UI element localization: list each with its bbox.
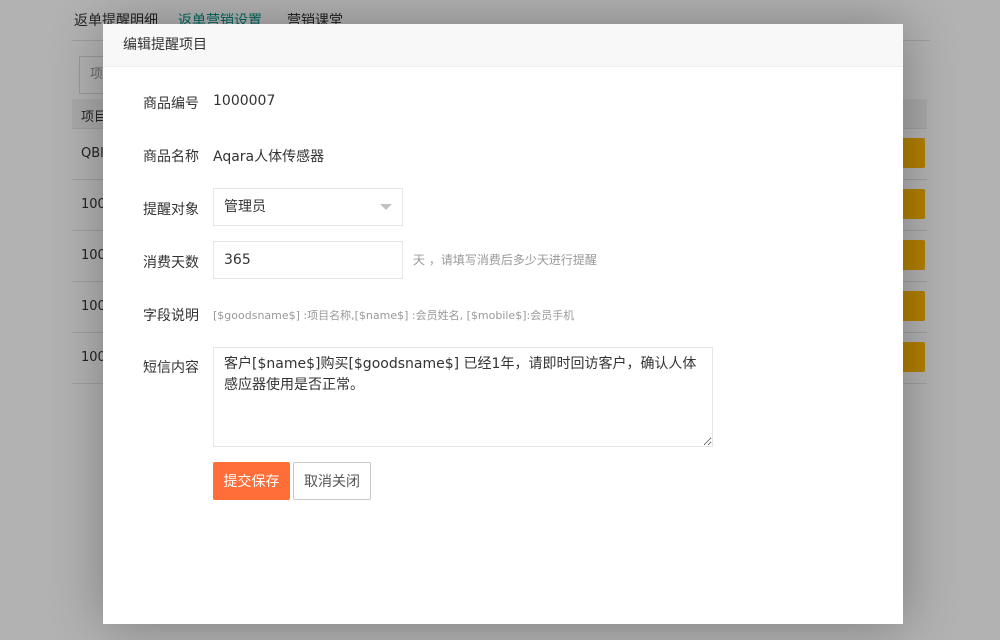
remind-target-selected-value: 管理员	[224, 199, 266, 215]
product-code-label: 商品编号	[143, 96, 199, 112]
field-desc-label: 字段说明	[143, 308, 199, 324]
cancel-close-button[interactable]: 取消关闭	[293, 462, 371, 500]
submit-save-button[interactable]: 提交保存	[213, 462, 290, 500]
product-name-value: Aqara人体传感器	[213, 149, 325, 165]
modal-title: 编辑提醒项目	[103, 24, 903, 67]
chevron-down-icon	[380, 204, 392, 210]
sms-content-textarea[interactable]: 客户[$name$]购买[$goodsname$] 已经1年，请即时回访客户，确…	[213, 347, 713, 447]
days-hint: 天 ，请填写消费后多少天进行提醒	[413, 253, 597, 267]
field-desc-text: [$goodsname$] :项目名称,[$name$] :会员姓名, [$mo…	[213, 309, 575, 322]
sms-label: 短信内容	[143, 360, 199, 376]
remind-target-select[interactable]: 管理员	[213, 188, 403, 226]
days-input[interactable]	[213, 241, 403, 279]
days-label: 消费天数	[143, 255, 199, 271]
edit-reminder-modal: 编辑提醒项目 商品编号 1000007 商品名称 Aqara人体传感器 提醒对象…	[103, 24, 903, 624]
remind-target-label: 提醒对象	[143, 202, 199, 218]
product-name-label: 商品名称	[143, 149, 199, 165]
product-code-value: 1000007	[213, 93, 276, 109]
